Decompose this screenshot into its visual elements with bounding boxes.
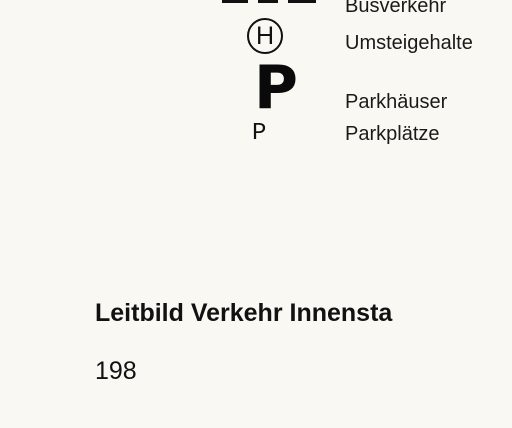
bus-dash: [222, 0, 248, 3]
bus-dash: [258, 0, 278, 3]
legend-row-transfer: H Umsteigehalte: [0, 18, 512, 58]
legend-label-parking-garage: Parkhäuser: [345, 91, 448, 113]
page-number: 198: [95, 357, 137, 385]
legend-row-parking-garage: P Parkhäuser: [0, 58, 512, 118]
legend-label-transfer: Umsteigehalte: [345, 32, 473, 54]
bus-dash: [288, 0, 316, 3]
parking-garage-bold-p-icon: P: [254, 53, 298, 123]
bus-route-dashed-line-icon: [222, 0, 318, 10]
legend-row-bus: Busverkehr: [0, 0, 512, 18]
page-title: Leitbild Verkehr Innensta: [95, 299, 393, 327]
transfer-stop-h-circle-icon: H: [247, 18, 283, 54]
legend-label-parking-lot: Parkplätze: [345, 123, 440, 145]
legend-label-bus: Busverkehr: [345, 0, 447, 17]
legend-row-parking-lot: P Parkplätze: [0, 121, 512, 149]
parking-lot-thin-p-icon: P: [252, 120, 267, 147]
